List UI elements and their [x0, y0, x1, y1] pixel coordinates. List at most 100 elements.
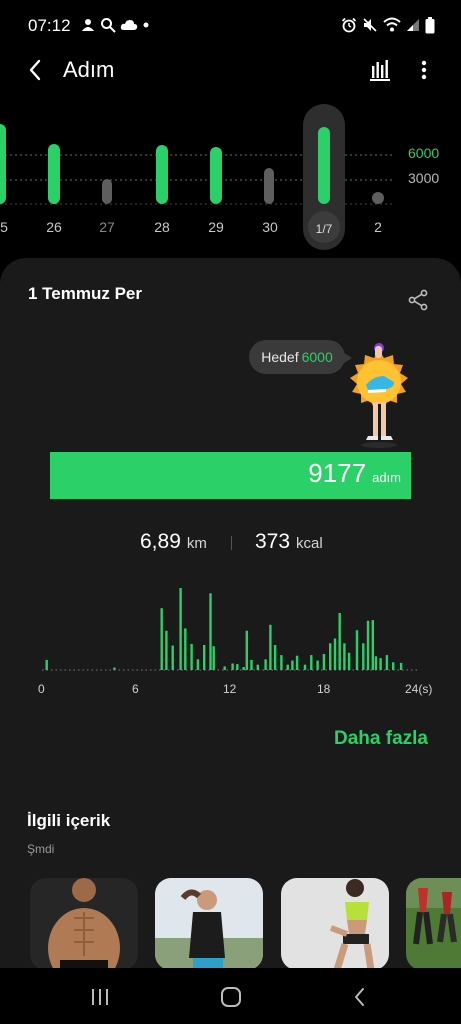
calories-value: 373 [255, 530, 291, 553]
hourly-bar [203, 645, 206, 670]
day-bar[interactable] [102, 179, 112, 204]
hourly-bar [190, 643, 193, 670]
day-bar[interactable] [0, 124, 6, 204]
day-bar[interactable] [372, 192, 384, 204]
hourly-bar [392, 662, 395, 670]
stats-row: 6,89 km 373 kcal [0, 530, 461, 560]
status-left-icons [80, 13, 150, 37]
steps-progress-bar: 9177 adım [50, 452, 411, 499]
back-button[interactable] [22, 54, 52, 86]
dot-icon [142, 21, 150, 29]
day-label[interactable]: 28 [142, 219, 182, 235]
mute-icon [362, 17, 378, 33]
hourly-bar [333, 638, 337, 670]
hourly-bar [179, 588, 182, 670]
share-button[interactable] [406, 288, 430, 312]
distance-value: 6,89 [140, 530, 181, 553]
app-bar: Adım [0, 52, 461, 88]
distance-unit: km [186, 535, 207, 552]
hourly-bar [347, 652, 351, 670]
hourly-bar [399, 662, 403, 670]
target-label: Hedef [261, 349, 299, 365]
hourly-bar [322, 654, 326, 670]
hourly-bar [355, 630, 359, 670]
hourly-bar [273, 645, 277, 670]
hour-tick-label: 12 [223, 682, 237, 696]
steps-count: 9177 [308, 458, 367, 488]
hourly-bar [366, 620, 370, 670]
target-value: 6000 [301, 349, 333, 365]
related-content-subtitle: Şmdi [27, 842, 55, 856]
hourly-bar [236, 664, 239, 670]
hourly-bar [250, 659, 253, 670]
mascot-trophy-icon [350, 343, 408, 448]
distance-stat: 6,89 km [140, 530, 207, 554]
day-label[interactable]: 5 [0, 219, 24, 235]
hourly-bar [343, 643, 346, 670]
hourly-bar [371, 620, 374, 670]
hourly-bar [269, 624, 272, 670]
related-content-title: İlgili içerik [27, 811, 111, 830]
related-content-card[interactable] [30, 878, 138, 970]
hourly-bar [171, 645, 174, 670]
alarm-icon [341, 17, 357, 33]
day-bar[interactable] [264, 168, 274, 204]
hourly-bar [374, 656, 378, 670]
weekly-steps-strip[interactable]: 6000 3000 5 26 27 28 29 30 1/7 2 [0, 98, 461, 250]
back-icon [355, 988, 364, 1006]
status-time: 07:12 [28, 16, 71, 35]
calories-unit: kcal [296, 535, 323, 552]
day-bar[interactable] [48, 144, 60, 204]
status-right-icons [341, 13, 435, 37]
calories-stat: 373 kcal [255, 530, 323, 554]
bar-chart-icon [370, 60, 390, 81]
recents-button[interactable] [88, 986, 112, 1008]
day-bar[interactable] [210, 147, 222, 204]
hour-tick-label: 0 [38, 682, 45, 696]
cloud-icon [120, 18, 138, 32]
more-options-button[interactable] [412, 56, 436, 84]
day-bar[interactable] [156, 145, 168, 204]
hourly-bar [113, 667, 116, 670]
day-label[interactable]: 26 [34, 219, 74, 235]
more-vertical-icon [421, 60, 427, 80]
wifi-icon [383, 17, 401, 33]
day-label[interactable]: 30 [250, 219, 290, 235]
stats-divider [231, 536, 232, 550]
hourly-bar [165, 630, 168, 670]
day-label[interactable]: 2 [358, 219, 398, 235]
hourly-bar [286, 664, 289, 670]
hourly-bar [379, 658, 382, 670]
hourly-bar [231, 663, 234, 670]
home-button[interactable] [219, 985, 243, 1009]
target-bubble: Hedef 6000 [249, 340, 352, 374]
hourly-bar [184, 628, 187, 670]
chart-view-button[interactable] [366, 56, 394, 84]
hour-tick-label: 6 [132, 682, 139, 696]
hourly-bar [385, 655, 389, 670]
mascot-illustration [340, 342, 418, 452]
back-nav-button[interactable] [350, 985, 370, 1009]
recents-icon [92, 989, 108, 1005]
hourly-bars [42, 588, 420, 671]
hourly-bar [45, 659, 48, 670]
hourly-bar [338, 613, 341, 670]
chevron-left-icon [29, 59, 41, 81]
selected-day-label[interactable]: 1/7 [304, 222, 344, 236]
related-content-card[interactable] [406, 878, 461, 970]
battery-icon [425, 16, 435, 34]
hour-tick-label: 18 [317, 682, 331, 696]
stretching-woman-image [281, 878, 389, 970]
hourly-bar [196, 659, 200, 670]
day-bar[interactable] [318, 127, 330, 204]
day-label[interactable]: 27 [87, 219, 127, 235]
share-icon [408, 289, 428, 311]
hourly-bar [329, 643, 332, 670]
related-content-card[interactable] [281, 878, 389, 970]
more-details-link[interactable]: Daha fazla [334, 728, 428, 750]
related-content-card[interactable] [155, 878, 263, 970]
hour-tick-label: 24(s) [405, 682, 433, 696]
hourly-bar [280, 655, 283, 670]
day-label[interactable]: 29 [196, 219, 236, 235]
search-icon [100, 17, 116, 33]
